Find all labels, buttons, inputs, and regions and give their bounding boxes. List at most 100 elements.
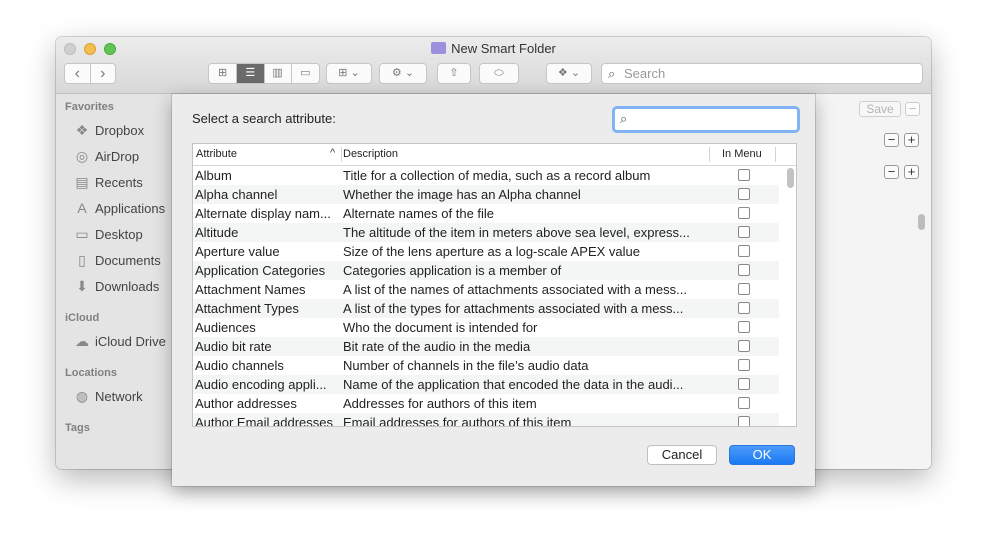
sidebar-item-label: Dropbox [95, 123, 145, 138]
table-row[interactable]: Audio channels Number of channels in the … [193, 356, 779, 375]
attribute-description-cell: Alternate names of the file [343, 206, 495, 221]
table-row[interactable]: Author Email addresses Email addresses fo… [193, 413, 779, 427]
attribute-name-cell: Audio channels [195, 358, 284, 373]
sheet-prompt: Select a search attribute: [192, 111, 336, 126]
toolbar-search-field[interactable]: ⌕ Search [601, 63, 923, 84]
sidebar-section-locations: Locations [65, 367, 117, 379]
attribute-description-cell: Title for a collection of media, such as… [343, 168, 651, 183]
table-header: Attribute ^ Description In Menu [193, 144, 796, 166]
column-divider [775, 147, 776, 162]
table-row[interactable]: Application Categories Categories applica… [193, 261, 779, 280]
add-rule-button[interactable]: + [904, 133, 919, 147]
in-menu-checkbox[interactable] [738, 416, 750, 426]
desktop-icon: ▭ [75, 226, 89, 242]
sidebar: Favorites ❖ Dropbox ◎ AirDrop ▤ Recents A Ap… [56, 94, 172, 469]
sidebar-item-applications[interactable]: A Applications [74, 200, 165, 216]
attribute-name-cell: Author Email addresses [195, 415, 334, 427]
table-row[interactable]: Altitude The altitude of the item in mete… [193, 223, 779, 242]
attribute-description-cell: A list of the names of attachments assoc… [343, 282, 687, 297]
sidebar-item-dropbox[interactable]: ❖ Dropbox [74, 122, 144, 139]
forward-button[interactable]: › [90, 64, 115, 83]
cancel-button[interactable]: Cancel [647, 445, 717, 465]
table-row[interactable]: Alpha channel Whether the image has an Al… [193, 185, 779, 204]
attribute-name-cell: Aperture value [195, 244, 280, 259]
in-menu-checkbox[interactable] [738, 321, 750, 333]
icon-view-button[interactable]: ⊞ [209, 64, 238, 83]
network-icon: ◍ [75, 388, 89, 404]
column-header-attribute[interactable]: Attribute [196, 148, 237, 160]
column-header-in-menu[interactable]: In Menu [722, 148, 762, 160]
in-menu-checkbox[interactable] [738, 302, 750, 314]
table-row[interactable]: Audio bit rate Bit rate of the audio in t… [193, 337, 779, 356]
attribute-description-cell: Categories application is a member of [343, 263, 562, 278]
in-menu-checkbox[interactable] [738, 340, 750, 352]
table-row[interactable]: Audiences Who the document is intended fo… [193, 318, 779, 337]
dropbox-toolbar-button[interactable]: ❖ ⌄ [546, 63, 592, 84]
table-row[interactable]: Album Title for a collection of media, su… [193, 166, 779, 185]
attribute-name-cell: Audiences [195, 320, 256, 335]
table-row[interactable]: Attachment Types A list of the types for … [193, 299, 779, 318]
in-menu-checkbox[interactable] [738, 378, 750, 390]
table-row[interactable]: Aperture value Size of the lens aperture … [193, 242, 779, 261]
attribute-name-cell: Album [195, 168, 232, 183]
search-placeholder: Search [624, 66, 666, 81]
applications-icon: A [77, 200, 87, 216]
tag-button[interactable]: ⬭ [479, 63, 519, 84]
action-menu-button[interactable]: ⚙ ⌄ [379, 63, 427, 84]
back-button[interactable]: ‹ [65, 64, 91, 83]
sidebar-item-network[interactable]: ◍ Network [74, 388, 143, 405]
group-by-button[interactable]: ⊞ ⌄ [326, 63, 372, 84]
sidebar-item-label: Recents [95, 175, 143, 190]
table-row[interactable]: Alternate display nam... Alternate names … [193, 204, 779, 223]
attribute-name-cell: Attachment Types [195, 301, 299, 316]
in-menu-checkbox[interactable] [738, 264, 750, 276]
attribute-name-cell: Author addresses [195, 396, 297, 411]
add-rule-button-2[interactable]: + [904, 165, 919, 179]
table-row[interactable]: Attachment Names A list of the names of a… [193, 280, 779, 299]
attribute-description-cell: Size of the lens aperture as a log-scale… [343, 244, 641, 259]
in-menu-checkbox[interactable] [738, 397, 750, 409]
sidebar-item-label: Documents [95, 253, 161, 268]
search-icon: ⌕ [608, 66, 616, 81]
remove-rule-button[interactable]: − [884, 133, 899, 147]
gallery-view-button[interactable]: ▭ [291, 64, 319, 83]
table-row[interactable]: Author addresses Addresses for authors of… [193, 394, 779, 413]
sidebar-item-icloud-drive[interactable]: ☁ iCloud Drive [74, 333, 166, 350]
share-button[interactable]: ⇧ [437, 63, 471, 84]
list-view-button[interactable]: ☰ [237, 64, 265, 83]
documents-icon: ▯ [78, 252, 86, 268]
sidebar-item-documents[interactable]: ▯ Documents [74, 252, 161, 269]
in-menu-checkbox[interactable] [738, 245, 750, 257]
sidebar-item-recents[interactable]: ▤ Recents [74, 174, 143, 191]
sidebar-section-tags: Tags [65, 422, 90, 434]
sidebar-item-downloads[interactable]: ⬇ Downloads [74, 278, 159, 295]
table-row[interactable]: Audio encoding appli... Name of the appli… [193, 375, 779, 394]
sidebar-item-airdrop[interactable]: ◎ AirDrop [74, 148, 139, 165]
in-menu-checkbox[interactable] [738, 207, 750, 219]
column-header-description[interactable]: Description [343, 148, 398, 160]
column-view-button[interactable]: ▥ [264, 64, 292, 83]
remove-rule-button-2[interactable]: − [884, 165, 899, 179]
column-divider [341, 147, 342, 162]
in-menu-checkbox[interactable] [738, 226, 750, 238]
results-scrollbar[interactable] [918, 214, 925, 230]
airdrop-icon: ◎ [75, 148, 89, 164]
ok-button[interactable]: OK [729, 445, 795, 465]
sidebar-item-label: Applications [95, 201, 166, 216]
attribute-name-cell: Alternate display nam... [195, 206, 331, 221]
sidebar-item-label: Desktop [95, 227, 143, 242]
attribute-name-cell: Audio bit rate [195, 339, 272, 354]
save-search-button[interactable]: Save [859, 101, 901, 117]
remove-criteria-button[interactable]: − [905, 102, 920, 116]
sidebar-item-desktop[interactable]: ▭ Desktop [74, 226, 143, 243]
table-scrollbar[interactable] [787, 168, 794, 188]
attribute-description-cell: Who the document is intended for [343, 320, 538, 335]
in-menu-checkbox[interactable] [738, 169, 750, 181]
in-menu-checkbox[interactable] [738, 283, 750, 295]
in-menu-checkbox[interactable] [738, 188, 750, 200]
back-forward-control: ‹ › [64, 63, 116, 84]
attribute-name-cell: Application Categories [195, 263, 326, 278]
attribute-search-input[interactable]: ⌕ [612, 106, 800, 133]
in-menu-checkbox[interactable] [738, 359, 750, 371]
attribute-name-cell: Audio encoding appli... [195, 377, 327, 392]
